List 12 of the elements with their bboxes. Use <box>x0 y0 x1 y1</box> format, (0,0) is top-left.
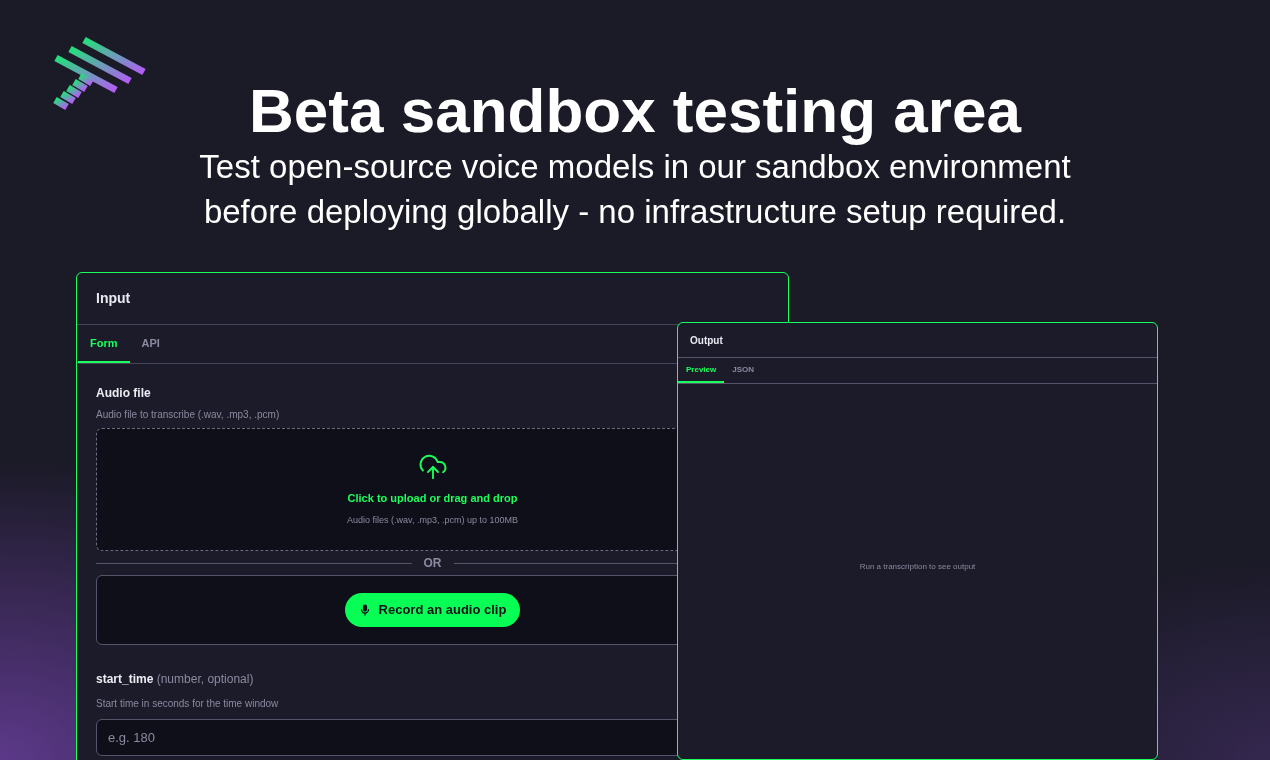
divider-label: OR <box>423 555 442 572</box>
page-subtitle: Test open-source voice models in our sandbox environment before deploying globally - no infrastructure setup required. <box>198 147 1072 232</box>
upload-prompt: Click to upload or drag and drop <box>347 490 518 506</box>
field-description: Audio file to transcribe (.wav, .mp3, .pcm) <box>96 408 281 422</box>
field-label: Audio file <box>96 385 152 402</box>
panel-title: Input <box>96 289 131 308</box>
empty-message: Run a transcription to see output <box>859 560 976 573</box>
field-label: start_time (number, optional) <box>96 672 254 686</box>
upload-hint: Audio files (.wav, .mp3, .pcm) up to 100MB <box>347 514 518 527</box>
panel-title: Output <box>690 333 723 348</box>
page-title: Beta sandbox testing area <box>249 78 1021 144</box>
field-description: Start time in seconds for the time window <box>96 697 280 711</box>
